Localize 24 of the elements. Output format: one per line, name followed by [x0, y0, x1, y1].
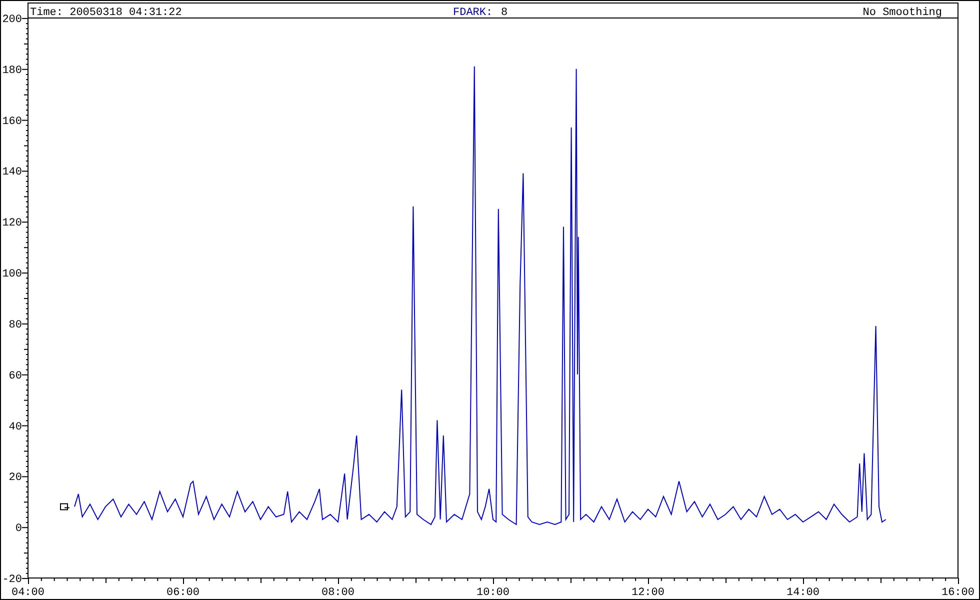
- x-tick-label: 16:00: [942, 587, 974, 599]
- x-tick-label: 10:00: [476, 587, 510, 599]
- channel-label: FDARK:: [453, 7, 493, 19]
- x-tick-label: 08:00: [322, 587, 354, 599]
- x-tick-label: 12:00: [632, 587, 664, 599]
- x-tick-label: 04:00: [12, 587, 44, 599]
- channel-value: 8: [501, 7, 508, 19]
- y-tick-label: 0: [15, 523, 22, 536]
- y-tick-label: 40: [8, 421, 22, 434]
- cursor-marker-icon: [60, 503, 70, 510]
- y-tick-label: 20: [8, 472, 22, 484]
- y-tick-label: -20: [2, 574, 22, 586]
- y-tick-label: 160: [2, 116, 22, 128]
- x-tick-label: 06:00: [166, 587, 200, 599]
- smoothing-label: No Smoothing: [862, 7, 942, 19]
- y-tick-label: 120: [2, 218, 22, 230]
- y-tick-label: 60: [8, 370, 22, 382]
- y-tick-label: 140: [2, 166, 22, 179]
- y-tick-label: 100: [2, 268, 22, 281]
- y-tick-label: 80: [8, 319, 22, 332]
- timestamp-label: Time: 20050318 04:31:22: [30, 7, 182, 19]
- y-tick-label: 180: [2, 64, 22, 77]
- x-tick-label: 14:00: [786, 587, 820, 599]
- y-tick-label: 200: [2, 14, 22, 26]
